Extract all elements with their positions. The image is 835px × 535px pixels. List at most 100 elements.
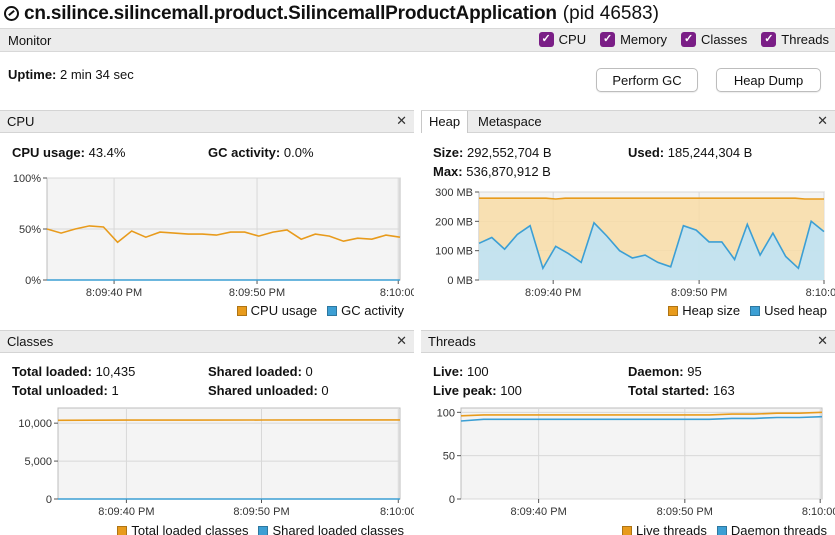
x-tick-label: 8:09:50 PM: [233, 506, 289, 518]
classes-legend: Total loaded classes Shared loaded class…: [117, 523, 404, 535]
legend-label: Live threads: [636, 523, 707, 535]
legend-label: CPU usage: [250, 303, 318, 318]
total-unloaded-stat: Total unloaded: 1: [12, 383, 119, 398]
legend-shared-loaded: Shared loaded classes: [258, 523, 404, 535]
uptime-label: Uptime:: [8, 67, 57, 82]
window-titlebar: cn.silince.silincemall.product.Silincema…: [0, 0, 835, 27]
daemon-threads-value: 95: [687, 364, 702, 379]
live-peak-stat: Live peak: 100: [433, 383, 522, 398]
classes-panel-header: Classes ✕: [0, 330, 414, 353]
y-tick-label: 0: [449, 494, 455, 506]
classes-checkbox[interactable]: ✓ Classes: [681, 32, 747, 47]
close-icon[interactable]: ✕: [396, 333, 407, 349]
total-started-value: 163: [713, 383, 735, 398]
tab-heap[interactable]: Heap: [421, 111, 469, 133]
checkmark-icon: ✓: [681, 32, 697, 47]
live-peak-label: Live peak:: [433, 383, 497, 398]
x-tick-label: 8:09:40 PM: [510, 506, 566, 518]
daemon-threads-stat: Daemon: 95: [628, 364, 702, 379]
monitor-checkboxes: ✓ CPU ✓ Memory ✓ Classes ✓ Threads: [538, 32, 829, 47]
perform-gc-button[interactable]: Perform GC: [596, 68, 698, 92]
classes-panel-title: Classes: [7, 334, 54, 349]
series-line: [479, 197, 824, 200]
daemon-threads-label: Daemon:: [628, 364, 684, 379]
heap-size-label: Size:: [433, 145, 464, 160]
plot-area: [57, 407, 401, 500]
cpu-panel: CPU ✕ CPU usage: 43.4% GC activity: 0.0%…: [0, 110, 414, 320]
tab-metaspace[interactable]: Metaspace: [471, 111, 549, 133]
legend-daemon-threads: Daemon threads: [716, 523, 827, 535]
heap-legend: Heap size Used heap: [668, 303, 827, 318]
x-tick-label: 8:09:40 PM: [98, 506, 154, 518]
classes-chart: 10,000 5,000 0 8:09:40 PM 8:09:50 PM 8:10:00: [18, 407, 414, 518]
legend-live-threads: Live threads: [622, 523, 707, 535]
cpu-panel-title: CPU: [7, 114, 35, 129]
cpu-checkbox[interactable]: ✓ CPU: [538, 32, 587, 47]
x-tick-label: 8:10:00: [380, 287, 414, 299]
legend-label: GC activity: [341, 303, 404, 318]
total-unloaded-label: Total unloaded:: [12, 383, 108, 398]
x-tick-label: 8:10:00: [380, 506, 414, 518]
live-threads-stat: Live: 100: [433, 364, 489, 379]
cpu-usage-label: CPU usage:: [12, 145, 85, 160]
cpu-checkbox-label: CPU: [558, 32, 587, 47]
legend-label: Heap size: [682, 303, 741, 318]
app-icon: [4, 6, 19, 21]
x-tick-label: 8:09:40 PM: [86, 287, 142, 299]
cpu-chart: 100% 50% 0% 8:09:40 PM 8:09:50 PM 8:10:00: [13, 173, 414, 299]
legend-swatch: [258, 525, 269, 535]
total-loaded-value: 10,435: [95, 364, 136, 379]
y-tick-label: 50: [443, 451, 455, 463]
heap-max-stat: Max: 536,870,912 B: [433, 164, 551, 179]
y-tick-label: 50%: [19, 224, 41, 236]
shared-loaded-label: Shared loaded:: [208, 364, 302, 379]
checkmark-icon: ✓: [538, 32, 554, 47]
total-started-stat: Total started: 163: [628, 383, 735, 398]
legend-total-loaded: Total loaded classes: [117, 523, 248, 535]
legend-swatch: [236, 305, 247, 316]
y-tick-label: 0%: [25, 275, 41, 287]
threads-legend: Live threads Daemon threads: [622, 523, 827, 535]
y-tick-label: 10,000: [18, 418, 52, 430]
heap-size-value: 292,552,704 B: [466, 145, 552, 160]
legend-cpu-usage: CPU usage: [236, 303, 318, 318]
memory-checkbox-label: Memory: [620, 32, 668, 47]
y-tick-label: 100 MB: [435, 246, 473, 258]
y-tick-label: 100: [437, 407, 455, 419]
threads-chart: 100 50 0 8:09:40 PM 8:09:50 PM 8:10:00: [437, 407, 835, 518]
legend-label: Used heap: [764, 303, 827, 318]
y-tick-label: 0 MB: [447, 275, 473, 287]
memory-checkbox[interactable]: ✓ Memory: [600, 32, 667, 47]
classes-panel: Classes ✕ Total loaded: 10,435 Shared lo…: [0, 330, 414, 535]
heap-size-stat: Size: 292,552,704 B: [433, 145, 552, 160]
heap-used-value: 185,244,304 B: [667, 145, 753, 160]
classes-checkbox-label: Classes: [701, 32, 748, 47]
legend-used-heap: Used heap: [750, 303, 827, 318]
close-icon[interactable]: ✕: [817, 333, 828, 349]
legend-swatch: [716, 525, 727, 535]
close-icon[interactable]: ✕: [817, 113, 828, 129]
total-loaded-stat: Total loaded: 10,435: [12, 364, 135, 379]
y-tick-label: 200 MB: [435, 216, 473, 228]
threads-panel: Threads ✕ Live: 100 Daemon: 95 Live peak…: [421, 330, 835, 535]
heap-chart: 300 MB 200 MB 100 MB 0 MB 8:09:40 PM 8:09:50 …: [435, 187, 835, 299]
cpu-usage-stat: CPU usage: 43.4%: [12, 145, 125, 160]
close-icon[interactable]: ✕: [396, 113, 407, 129]
uptime-value: 2 min 34 sec: [60, 67, 134, 82]
window-title: cn.silince.silincemall.product.Silincema…: [24, 2, 557, 24]
gc-activity-value: 0.0%: [283, 145, 314, 160]
legend-swatch: [327, 305, 338, 316]
checkmark-icon: ✓: [600, 32, 616, 47]
x-tick-label: 8:10:00: [802, 506, 835, 518]
legend-swatch: [750, 305, 761, 316]
threads-checkbox[interactable]: ✓ Threads: [761, 32, 829, 47]
legend-heap-size: Heap size: [668, 303, 740, 318]
live-threads-label: Live:: [433, 364, 464, 379]
shared-unloaded-label: Shared unloaded:: [208, 383, 318, 398]
heap-dump-button[interactable]: Heap Dump: [716, 68, 821, 92]
y-tick-label: 0: [46, 494, 52, 506]
x-tick-label: 8:09:50 PM: [229, 287, 285, 299]
uptime: Uptime: 2 min 34 sec: [8, 67, 134, 82]
shared-loaded-stat: Shared loaded: 0: [208, 364, 313, 379]
legend-swatch: [117, 525, 128, 535]
